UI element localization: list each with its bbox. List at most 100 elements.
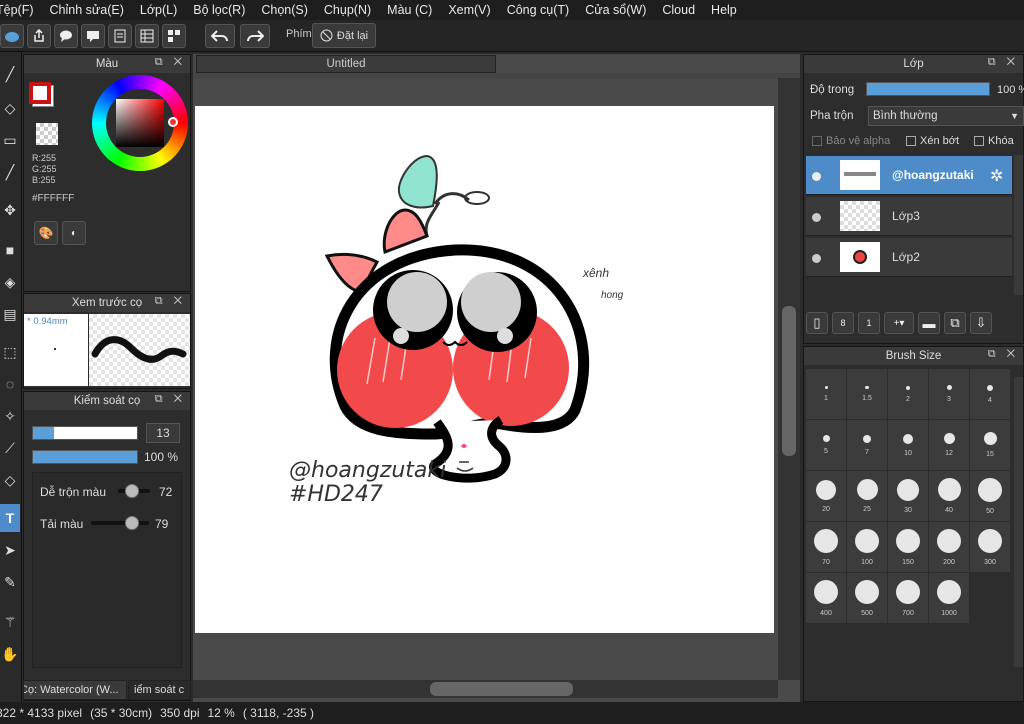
bucket-tool-icon[interactable]: ◈ — [0, 268, 20, 296]
panel-close-icon[interactable]: ⧉ ✕ — [155, 295, 186, 308]
menu-file[interactable]: Tệp(F) — [0, 3, 42, 17]
add-layer-menu-icon[interactable]: +▾ — [884, 312, 914, 334]
undo-button[interactable] — [205, 24, 235, 48]
folder-icon[interactable]: ▬ — [918, 312, 940, 334]
lock-checkbox[interactable]: Khóa — [974, 135, 1014, 147]
brush-size-cell[interactable]: 4 — [970, 369, 1010, 419]
protect-alpha-checkbox[interactable]: Bảo vệ alpha — [812, 135, 890, 147]
hand-tool-icon[interactable]: ✋ — [0, 640, 20, 668]
eraser-tool-icon[interactable]: ◇ — [0, 94, 20, 122]
redo-button[interactable] — [240, 24, 270, 48]
comment-icon[interactable] — [54, 24, 78, 48]
brush-size-scrollbar[interactable] — [1014, 377, 1023, 667]
grid-icon[interactable] — [135, 24, 159, 48]
brush-size-cell[interactable]: 1.5 — [847, 369, 887, 419]
hue-wheel[interactable] — [92, 75, 188, 171]
pen-tool-icon[interactable]: ╱ — [0, 158, 20, 186]
brush-size-cell[interactable]: 300 — [970, 522, 1010, 572]
vertical-scrollbar[interactable] — [778, 78, 800, 680]
brush-size-cell[interactable]: 500 — [847, 573, 887, 623]
menu-tools[interactable]: Công cụ(T) — [499, 3, 578, 17]
menu-filter[interactable]: Bộ lọc(R) — [185, 3, 253, 17]
brush-size-cell[interactable]: 7 — [847, 420, 887, 470]
brush-size-cell[interactable]: 2 — [888, 369, 928, 419]
brush-size-cell[interactable]: 5 — [806, 420, 846, 470]
panel-close-icon[interactable]: ⧉ ✕ — [988, 56, 1019, 69]
layer-blend-select[interactable]: Bình thường ▼ — [868, 106, 1024, 126]
menu-color[interactable]: Màu (C) — [379, 3, 440, 17]
menu-capture[interactable]: Chụp(N) — [316, 3, 379, 17]
brush-size-cell[interactable]: 700 — [888, 573, 928, 623]
blend-slider-knob[interactable] — [125, 484, 140, 498]
rectangle-tool-icon[interactable]: ▭ — [0, 126, 20, 154]
foreground-color-swatch[interactable] — [29, 82, 51, 104]
palette-grid-icon[interactable] — [162, 24, 186, 48]
brush-size-cell[interactable]: 40 — [929, 471, 969, 521]
menu-layer[interactable]: Lớp(L) — [132, 3, 185, 17]
menu-window[interactable]: Cửa sổ(W) — [577, 3, 654, 17]
amount-slider[interactable] — [91, 521, 149, 525]
horizontal-scrollbar-thumb[interactable] — [430, 682, 573, 696]
menu-help[interactable]: Help — [703, 3, 745, 17]
lasso-tool-icon[interactable]: ◌ — [0, 370, 20, 398]
gradient-tool-icon[interactable]: ▤ — [0, 300, 20, 328]
eye-icon[interactable] — [812, 172, 821, 181]
reset-button[interactable]: Đặt lại — [312, 23, 376, 48]
brush-size-cell[interactable]: 15 — [970, 420, 1010, 470]
eye-icon[interactable] — [812, 254, 821, 263]
duplicate-layer-icon[interactable]: ⧉ — [944, 312, 966, 334]
brush-tool-icon[interactable]: ╱ — [0, 60, 20, 88]
menu-edit[interactable]: Chỉnh sửa(E) — [42, 3, 132, 17]
tab-brush-control[interactable]: iểm soát c — [128, 680, 191, 700]
canvas-paper[interactable]: @hoangzutaki #HD247 xênh hong — [195, 106, 774, 633]
panel-close-icon[interactable]: ⧉ ✕ — [155, 393, 186, 406]
text-tool-icon[interactable]: T — [0, 504, 20, 532]
brush-size-cell[interactable]: 25 — [847, 471, 887, 521]
menu-view[interactable]: Xem(V) — [440, 3, 498, 17]
new-layer-8bit-icon[interactable]: 8 — [832, 312, 854, 334]
export-icon[interactable] — [27, 24, 51, 48]
operation-tool-icon[interactable]: ➤ — [0, 536, 20, 564]
layer-row[interactable]: Lớp2 — [806, 238, 1012, 277]
gear-icon[interactable]: ✲ — [990, 166, 1003, 186]
menu-select[interactable]: Chọn(S) — [253, 3, 316, 17]
fill-rect-tool-icon[interactable]: ■ — [0, 236, 20, 264]
saturation-square[interactable] — [116, 99, 164, 147]
brush-opacity-bar[interactable] — [32, 450, 138, 464]
brush-size-cell[interactable]: 20 — [806, 471, 846, 521]
brush-size-cell[interactable]: 200 — [929, 522, 969, 572]
magic-wand-tool-icon[interactable]: ✧ — [0, 402, 20, 430]
tab-brush[interactable]: Cọ: Watercolor (W... — [23, 680, 127, 700]
horizontal-scrollbar[interactable] — [193, 680, 778, 698]
brush-size-cell[interactable]: 3 — [929, 369, 969, 419]
brush-size-bar[interactable] — [32, 426, 138, 440]
dropper-tool-icon[interactable]: ✎ — [0, 568, 20, 596]
select-eraser-tool-icon[interactable]: ◇ — [0, 466, 20, 494]
layer-row-selected[interactable]: @hoangzutaki ✲ — [806, 156, 1012, 195]
hue-marker[interactable] — [168, 117, 178, 127]
brush-size-cell[interactable]: 70 — [806, 522, 846, 572]
transparent-swatch[interactable] — [36, 123, 58, 145]
brush-size-cell[interactable]: 1 — [806, 369, 846, 419]
palette-icon[interactable]: 🎨 — [34, 221, 58, 245]
amount-slider-knob[interactable] — [124, 516, 139, 530]
panel-close-icon[interactable]: ⧉ ✕ — [155, 56, 186, 69]
brush-size-value[interactable]: 13 — [146, 423, 180, 443]
cloud-icon[interactable] — [0, 24, 24, 48]
merge-layer-icon[interactable]: ⇩ — [970, 312, 992, 334]
brush-size-cell[interactable]: 12 — [929, 420, 969, 470]
layer-opacity-bar[interactable] — [866, 82, 990, 96]
brush-size-cell[interactable]: 50 — [970, 471, 1010, 521]
brush-size-cell[interactable]: 100 — [847, 522, 887, 572]
message-icon[interactable] — [81, 24, 105, 48]
layer-list-scrollbar[interactable] — [1014, 155, 1023, 295]
palette-settings-icon[interactable]: ◐ — [62, 221, 86, 245]
clipping-checkbox[interactable]: Xén bớt — [906, 135, 959, 147]
brush-size-cell[interactable]: 150 — [888, 522, 928, 572]
eye-icon[interactable] — [812, 213, 821, 222]
new-layer-icon[interactable]: ▯ — [806, 312, 828, 334]
select-pen-tool-icon[interactable]: ⟋ — [0, 434, 20, 462]
brush-size-cell[interactable]: 30 — [888, 471, 928, 521]
select-rect-tool-icon[interactable]: ⬚ — [0, 338, 20, 366]
vertical-scrollbar-thumb[interactable] — [782, 306, 796, 456]
